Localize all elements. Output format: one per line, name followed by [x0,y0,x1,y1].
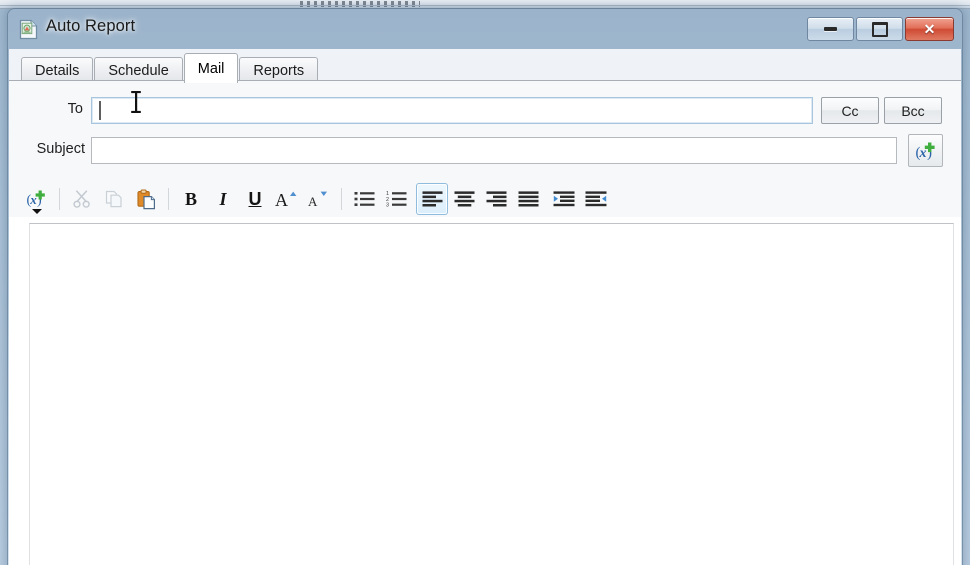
grow-font-icon: A [275,190,297,210]
format-toolbar: ( x ) B I U A A 1 2 3 [9,181,961,217]
paste-button[interactable] [130,183,162,215]
italic-button[interactable]: I [207,183,239,215]
tab-schedule-label: Schedule [108,62,169,79]
insert-variable-icon: ( x ) [27,190,45,208]
outdent-icon [585,191,607,207]
shrink-font-button[interactable]: A [303,183,335,215]
bcc-button[interactable]: Bcc [884,97,942,124]
tab-mail-label: Mail [197,60,225,77]
toolbar-separator-2 [168,188,169,210]
mail-tab-panel: To Cc Bcc Subject ( x ) (x) B I U A A … [9,80,961,565]
scissors-icon [73,190,90,208]
background-window-dots [300,1,420,7]
numbered-list-button[interactable]: 1 2 3 [380,183,412,215]
to-row: To Cc Bcc [9,97,961,126]
bcc-button-label: Bcc [901,102,925,119]
grow-font-button[interactable]: A [271,183,303,215]
background-window-sliver [0,0,970,9]
indent-button[interactable] [548,183,580,215]
cc-button-label: Cc [841,102,859,119]
underline-label: U [248,189,262,209]
align-left-icon [422,191,442,207]
align-right-button[interactable] [480,183,512,215]
clipboard-icon [136,189,155,209]
title-bar[interactable]: Auto Report ✕ [8,9,962,49]
bullet-list-button[interactable] [348,183,380,215]
outdent-button[interactable] [580,183,612,215]
toolbar-separator-1 [59,188,60,210]
close-icon: ✕ [923,21,936,37]
bullets-icon [354,192,374,206]
svg-text:A: A [308,194,318,209]
bold-button[interactable]: B [175,183,207,215]
svg-text:3: 3 [386,203,389,209]
tab-mail[interactable]: Mail [183,53,239,83]
align-justify-icon [518,191,538,207]
insert-variable-dropdown-button[interactable]: ( x ) [21,183,53,215]
background-window-line [0,5,970,6]
toolbar-separator-3 [341,188,342,210]
underline-button[interactable]: U [239,183,271,215]
chevron-down-icon [32,209,42,214]
tab-list: Details Schedule Mail Reports [21,53,319,83]
align-center-button[interactable] [448,183,480,215]
cut-button[interactable] [66,183,98,215]
shrink-font-icon: A [308,191,327,209]
copy-button[interactable] [98,183,130,215]
mail-body-editor[interactable] [29,223,954,565]
minimize-icon [824,27,837,31]
auto-report-window: Auto Report ✕ Details Schedule Mail Repo… [8,9,962,565]
screen: Auto Report ✕ Details Schedule Mail Repo… [0,0,970,565]
maximize-button[interactable] [856,17,903,41]
window-controls: ✕ [807,17,954,41]
minimize-button[interactable] [807,17,854,41]
close-button[interactable]: ✕ [905,17,954,41]
cc-button[interactable]: Cc [821,97,879,124]
subject-input[interactable] [91,137,897,164]
svg-text:A: A [275,190,288,210]
italic-label: I [219,189,227,209]
align-left-button[interactable] [416,183,448,215]
window-title: Auto Report [46,17,136,35]
subject-label: Subject [36,141,85,157]
align-justify-button[interactable] [512,183,544,215]
bold-label: B [184,189,197,209]
copy-pages-icon [105,190,122,208]
report-document-icon [19,19,38,40]
header-separator [9,217,961,218]
subject-row: Subject ( x ) [9,134,961,167]
to-input-caret [99,101,101,120]
subject-insert-variable-button[interactable]: ( x ) [908,134,943,167]
tab-strip: Details Schedule Mail Reports [9,49,961,83]
insert-variable-icon: ( x ) [915,142,935,161]
numbers-icon: 1 2 3 [386,191,406,209]
maximize-icon [871,21,888,37]
tab-details-label: Details [35,62,80,79]
align-center-icon [454,191,474,207]
indent-icon [553,191,575,207]
tab-reports-label: Reports [253,62,305,79]
align-right-icon [486,191,506,207]
to-label: To [67,101,83,117]
to-input[interactable] [91,97,813,124]
